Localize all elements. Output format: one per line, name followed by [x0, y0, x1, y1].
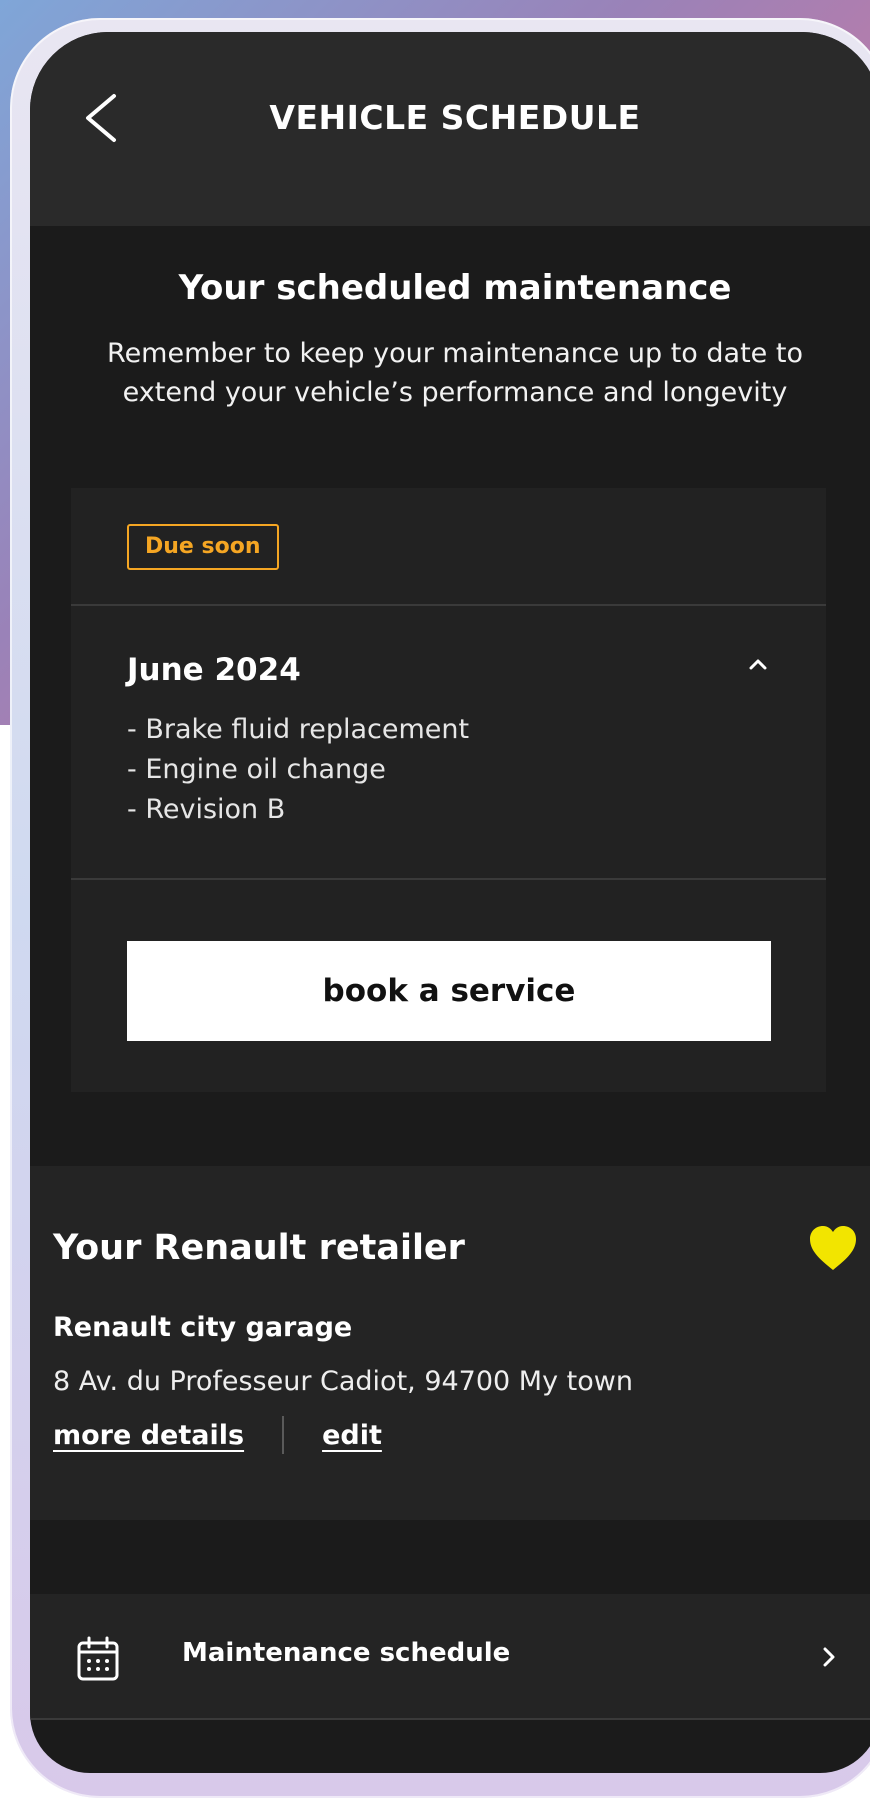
status-badge: Due soon	[127, 524, 279, 570]
retailer-name: Renault city garage	[53, 1312, 353, 1343]
maintenance-task: - Revision B	[127, 794, 286, 825]
more-details-link[interactable]: more details	[53, 1420, 244, 1451]
link-separator	[282, 1416, 285, 1454]
retailer-title: Your Renault retailer	[53, 1228, 465, 1268]
menu-item-maintenance-schedule[interactable]: Maintenance schedule	[30, 1594, 870, 1720]
retailer-actions: more details edit	[53, 1416, 382, 1454]
maintenance-task: - Engine oil change	[127, 754, 386, 785]
retailer-address: 8 Av. du Professeur Cadiot, 94700 My tow…	[53, 1366, 633, 1397]
maintenance-task: - Brake fluid replacement	[127, 714, 470, 745]
divider	[71, 604, 826, 606]
maintenance-card: Due soon June 2024 - Brake fluid replace…	[71, 488, 826, 1092]
calendar-icon	[77, 1636, 119, 1681]
chevron-right-icon	[823, 1647, 835, 1667]
edit-link[interactable]: edit	[322, 1420, 382, 1451]
maintenance-month[interactable]: June 2024	[127, 652, 301, 688]
maintenance-title: Your scheduled maintenance	[178, 268, 732, 308]
chevron-up-icon[interactable]	[746, 652, 770, 676]
top-bar: VEHICLE SCHEDULE	[30, 32, 870, 226]
book-service-button[interactable]: book a service	[127, 941, 771, 1041]
menu-item-label: Maintenance schedule	[182, 1638, 511, 1668]
app-screen: VEHICLE SCHEDULE Your scheduled maintena…	[30, 32, 870, 1773]
maintenance-description: Remember to keep your maintenance up to …	[107, 338, 803, 408]
retailer-section: Your Renault retailer Renault city garag…	[30, 1166, 870, 1520]
maintenance-task-list: - Brake fluid replacement - Engine oil c…	[127, 710, 469, 830]
heart-icon[interactable]	[808, 1224, 858, 1272]
page-title: VEHICLE SCHEDULE	[269, 98, 641, 137]
divider	[71, 878, 826, 880]
